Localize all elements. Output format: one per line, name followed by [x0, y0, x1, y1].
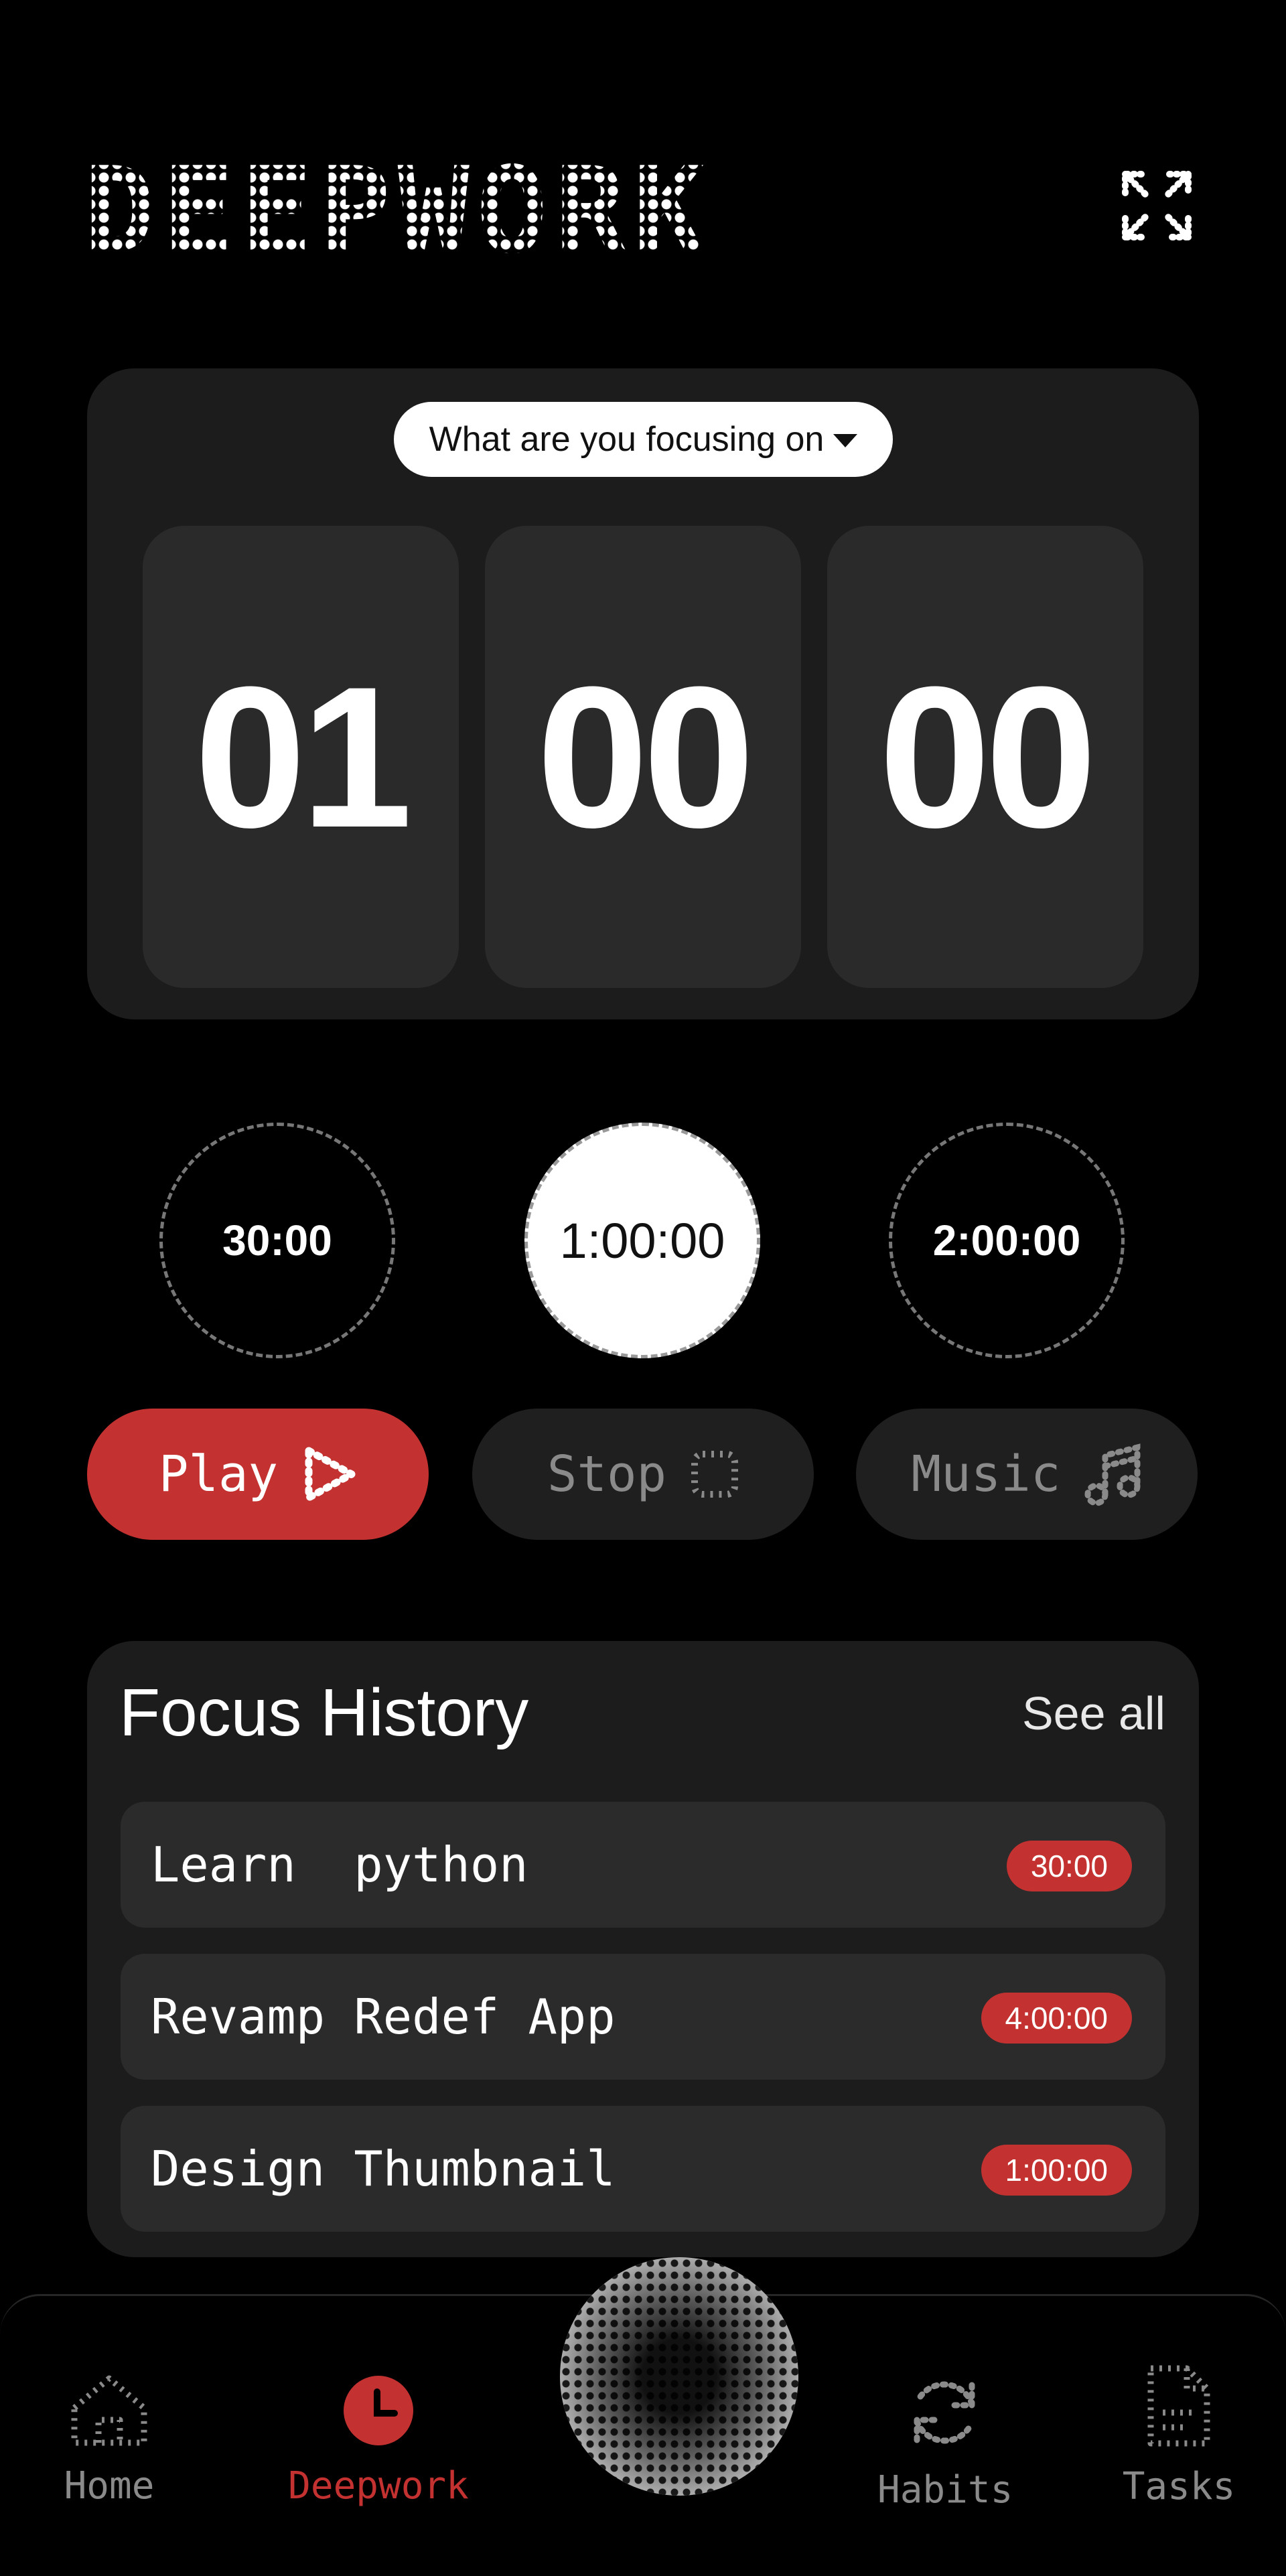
caret-down-icon: [833, 434, 858, 447]
hours-value: 01: [194, 644, 413, 869]
music-label: Music: [911, 1445, 1061, 1503]
app-title: DEEPWORK: [84, 141, 712, 280]
preset-label: 30:00: [222, 1216, 332, 1265]
preset-label: 2:00:00: [932, 1216, 1081, 1265]
center-action-orb[interactable]: [560, 2257, 798, 2496]
expand-icon[interactable]: [1120, 169, 1194, 242]
history-item[interactable]: Revamp Redef App 4:00:00: [121, 1954, 1165, 2080]
focus-select[interactable]: What are you focusing on: [394, 402, 893, 477]
minutes-display: 00: [485, 526, 801, 988]
nav-label: Home: [64, 2464, 155, 2508]
history-item[interactable]: Learn python 30:00: [121, 1802, 1165, 1928]
document-icon: [1147, 2365, 1210, 2447]
hours-display: 01: [143, 526, 459, 988]
nav-label: Habits: [877, 2468, 1013, 2512]
nav-item-deepwork[interactable]: Deepwork: [288, 2373, 469, 2508]
see-all-link[interactable]: See all: [1022, 1687, 1165, 1740]
play-icon: [305, 1447, 356, 1502]
stop-icon: [691, 1451, 739, 1498]
nav-label: Deepwork: [288, 2464, 469, 2508]
nav-item-habits[interactable]: Habits: [877, 2373, 1013, 2512]
history-item-label: Design Thumbnail: [151, 2141, 616, 2197]
preset-30-min[interactable]: 30:00: [159, 1123, 395, 1358]
focus-history-title: Focus History: [119, 1675, 529, 1750]
app-logo: DEEPWORK: [84, 141, 712, 280]
music-note-icon: [1084, 1443, 1141, 1506]
duration-badge: 4:00:00: [981, 1993, 1132, 2044]
focus-select-label: What are you focusing on: [429, 420, 825, 459]
refresh-icon: [914, 2381, 975, 2444]
history-item[interactable]: Design Thumbnail 1:00:00: [121, 2106, 1165, 2232]
app-screen: DEEPWORK What are you focusing on 01 00 …: [0, 0, 1286, 2576]
seconds-display: 00: [827, 526, 1143, 988]
preset-label: 1:00:00: [559, 1212, 725, 1269]
home-icon: [71, 2375, 147, 2446]
clock-icon: [344, 2376, 413, 2445]
play-label: Play: [158, 1445, 279, 1503]
play-button[interactable]: Play: [87, 1409, 429, 1540]
history-item-label: Learn python: [151, 1837, 528, 1893]
duration-badge: 30:00: [1006, 1841, 1132, 1891]
duration-badge: 1:00:00: [981, 2145, 1132, 2196]
stop-button[interactable]: Stop: [472, 1409, 814, 1540]
history-item-label: Revamp Redef App: [151, 1989, 616, 2045]
seconds-value: 00: [879, 644, 1097, 869]
minutes-value: 00: [537, 644, 755, 869]
preset-2-hour[interactable]: 2:00:00: [889, 1123, 1125, 1358]
nav-item-home[interactable]: Home: [52, 2373, 166, 2508]
music-button[interactable]: Music: [856, 1409, 1198, 1540]
nav-label: Tasks: [1122, 2465, 1236, 2508]
nav-item-tasks[interactable]: Tasks: [1115, 2363, 1242, 2508]
stop-label: Stop: [547, 1445, 667, 1503]
preset-1-hour[interactable]: 1:00:00: [524, 1123, 760, 1358]
